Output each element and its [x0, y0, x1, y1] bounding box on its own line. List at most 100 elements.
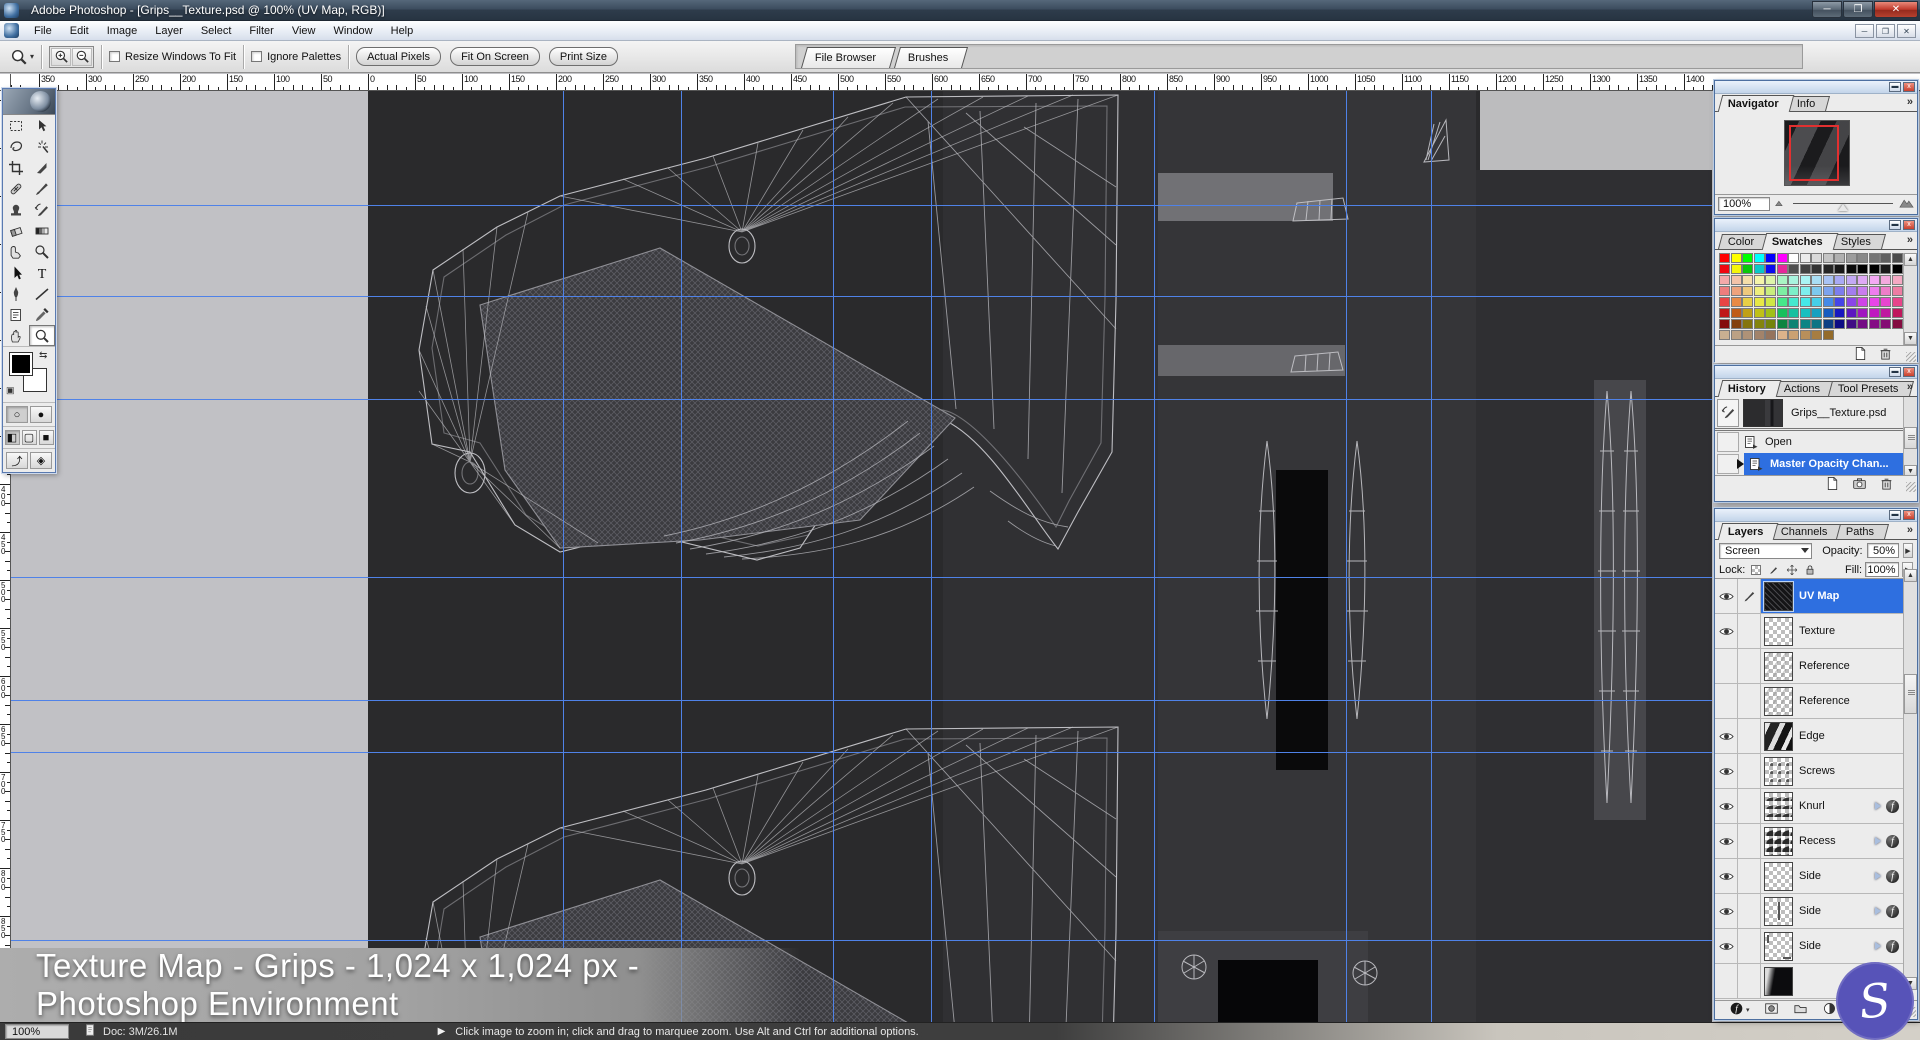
link-paint-cell[interactable] [1738, 859, 1761, 893]
swatch[interactable] [1845, 297, 1857, 307]
link-paint-cell[interactable] [1738, 719, 1761, 753]
layer-name[interactable]: Side [1799, 940, 1821, 952]
minimize-button[interactable]: ─ [1812, 1, 1842, 18]
swatch[interactable] [1719, 297, 1730, 307]
swatches-tab-swatches[interactable]: Swatches [1762, 233, 1839, 250]
doc-restore-button[interactable]: ❐ [1876, 24, 1895, 38]
swatch[interactable] [1719, 319, 1730, 329]
swatch[interactable] [1868, 286, 1880, 296]
tool-preset-arrow-icon[interactable]: ▾ [30, 52, 34, 61]
crop-tool[interactable] [3, 157, 29, 178]
clone-stamp-tool[interactable] [3, 199, 29, 220]
swatches-scrollbar[interactable]: ▲ ▼ [1903, 253, 1917, 345]
panel-menu-icon[interactable]: » [1907, 381, 1913, 393]
link-paint-cell[interactable] [1738, 649, 1761, 683]
menu-item-filter[interactable]: Filter [240, 23, 282, 39]
scroll-up-icon[interactable]: ▲ [1904, 569, 1917, 582]
checkbox-box[interactable] [251, 51, 263, 62]
rectangular-marquee-tool[interactable] [3, 115, 29, 136]
layer-row-screws[interactable]: Screws [1715, 754, 1903, 789]
swatch[interactable] [1868, 264, 1880, 274]
layer-thumbnail[interactable] [1763, 580, 1794, 612]
history-tab-actions[interactable]: Actions [1773, 381, 1835, 396]
layer-name[interactable]: Side [1799, 870, 1821, 882]
doc-minimize-button[interactable]: ─ [1855, 24, 1874, 38]
smudge-tool[interactable] [3, 241, 29, 262]
lasso-tool[interactable] [3, 136, 29, 157]
visibility-toggle[interactable] [1715, 824, 1738, 858]
swatch[interactable] [1776, 275, 1788, 285]
swatch[interactable] [1868, 319, 1880, 329]
toolbox-header[interactable] [3, 89, 55, 115]
swatch[interactable] [1880, 308, 1891, 318]
healing-brush-tool[interactable] [3, 178, 29, 199]
swatch[interactable] [1788, 264, 1799, 274]
imageready-icon[interactable]: ◈ [30, 452, 52, 469]
layer-row-reference[interactable]: Reference [1715, 684, 1903, 719]
swatch[interactable] [1834, 286, 1845, 296]
swatch[interactable] [1834, 253, 1845, 263]
swatch[interactable] [1880, 319, 1891, 329]
layer-effects-icon[interactable]: f [1886, 869, 1899, 883]
visibility-toggle[interactable] [1715, 754, 1738, 788]
swatch[interactable] [1811, 253, 1822, 263]
scroll-thumb[interactable] [1904, 674, 1917, 714]
menu-item-edit[interactable]: Edit [61, 23, 98, 39]
swatch[interactable] [1834, 275, 1845, 285]
swatch[interactable] [1880, 264, 1891, 274]
new-group-folder-icon[interactable] [1793, 1001, 1808, 1019]
guide-horizontal[interactable] [11, 577, 1712, 578]
swatch[interactable] [1822, 253, 1834, 263]
navigator-tab-navigator[interactable]: Navigator [1717, 95, 1795, 112]
swatch[interactable] [1892, 330, 1903, 340]
doc-close-button[interactable]: ✕ [1897, 24, 1916, 38]
swatch[interactable] [1845, 264, 1857, 274]
link-paint-cell[interactable] [1738, 684, 1761, 718]
layer-row-side[interactable]: Side f [1715, 859, 1903, 894]
swatch[interactable] [1742, 264, 1753, 274]
panel-close-icon[interactable]: x [1903, 367, 1915, 377]
move-tool[interactable] [29, 115, 55, 136]
layer-row-knurl[interactable]: Knurl f [1715, 789, 1903, 824]
layers-tab-paths[interactable]: Paths [1835, 524, 1890, 539]
swatch[interactable] [1742, 286, 1753, 296]
set-source-checkbox[interactable] [1717, 432, 1739, 452]
swatch[interactable] [1765, 253, 1776, 263]
visibility-toggle[interactable] [1715, 894, 1738, 928]
scroll-down-icon[interactable]: ▼ [1904, 332, 1917, 345]
guide-vertical[interactable] [1346, 91, 1347, 1022]
swatch[interactable] [1822, 275, 1834, 285]
link-paint-cell[interactable] [1738, 964, 1761, 998]
layer-effects-icon[interactable]: f [1886, 939, 1899, 953]
print-size-button[interactable]: Print Size [548, 47, 618, 66]
swatch[interactable] [1753, 286, 1765, 296]
active-tool-icon[interactable] [10, 48, 28, 66]
swatch[interactable] [1891, 275, 1903, 285]
layer-thumbnail[interactable] [1764, 686, 1793, 716]
lock-paint-icon[interactable] [1766, 563, 1781, 577]
adjustment-layer-icon[interactable] [1822, 1001, 1837, 1019]
history-state[interactable]: Open [1715, 431, 1903, 453]
history-tab-tool-presets[interactable]: Tool Presets [1827, 381, 1914, 396]
swatch[interactable] [1857, 286, 1868, 296]
swatch[interactable] [1765, 330, 1776, 340]
swatch[interactable] [1845, 286, 1857, 296]
swatch[interactable] [1799, 308, 1811, 318]
layer-thumbnail[interactable] [1764, 756, 1793, 786]
layer-row-reference[interactable]: Reference [1715, 649, 1903, 684]
magic-wand-tool[interactable] [29, 136, 55, 157]
swatch[interactable] [1822, 286, 1834, 296]
menu-item-view[interactable]: View [283, 23, 325, 39]
guide-horizontal[interactable] [11, 752, 1712, 753]
swatch[interactable] [1799, 253, 1811, 263]
swatch[interactable] [1811, 286, 1822, 296]
swatch[interactable] [1788, 253, 1799, 263]
swatch[interactable] [1753, 308, 1765, 318]
swatch[interactable] [1742, 330, 1753, 340]
swatch[interactable] [1788, 297, 1799, 307]
swatch[interactable] [1765, 319, 1776, 329]
swatch[interactable] [1857, 275, 1868, 285]
fx-expand-icon[interactable] [1875, 837, 1881, 845]
visibility-toggle[interactable] [1715, 719, 1738, 753]
swatch[interactable] [1753, 253, 1765, 263]
